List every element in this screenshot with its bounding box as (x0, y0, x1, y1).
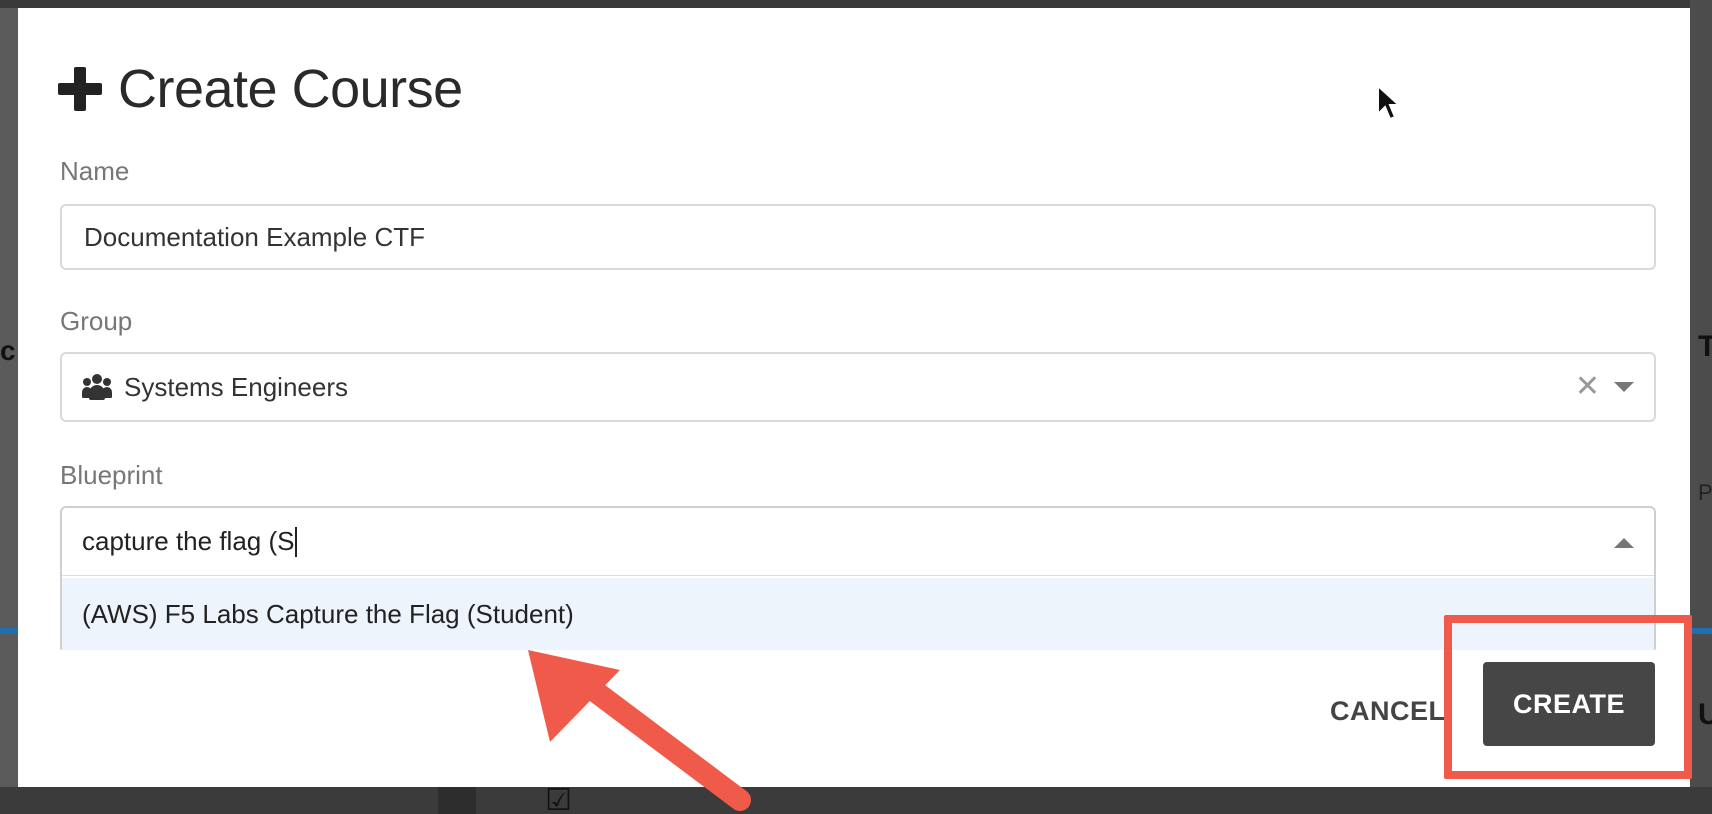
modal-title: Create Course (58, 58, 463, 120)
chevron-up-icon[interactable] (1614, 538, 1634, 548)
blueprint-label: Blueprint (60, 460, 163, 490)
annotation-highlight-box (1444, 615, 1692, 779)
blueprint-search-value: capture the flag (S (82, 526, 295, 556)
background-bottom-cell (438, 787, 476, 814)
users-icon (82, 374, 112, 400)
group-select-value: Systems Engineers (124, 371, 348, 402)
blueprint-option-label: (AWS) F5 Labs Capture the Flag (Student) (82, 598, 574, 629)
group-select[interactable]: Systems Engineers ✕ (60, 352, 1656, 422)
plus-icon (58, 67, 102, 111)
mouse-cursor-icon (1377, 84, 1402, 121)
background-text-fragment-right-3: U (1698, 698, 1712, 731)
background-text-fragment-right: T (1698, 330, 1712, 363)
name-input-value: Documentation Example CTF (84, 221, 426, 252)
modal-title-text: Create Course (118, 59, 463, 119)
background-right-column (1690, 0, 1712, 787)
background-bottom-bar (0, 787, 1712, 814)
name-input[interactable]: Documentation Example CTF (60, 204, 1656, 270)
blueprint-option[interactable]: (AWS) F5 Labs Capture the Flag (Student) (62, 578, 1654, 650)
cancel-button[interactable]: CANCEL (1330, 686, 1446, 736)
annotation-arrow-icon (528, 650, 751, 811)
background-accent-left (0, 628, 18, 634)
create-course-modal: Create Course Name Documentation Example… (18, 8, 1690, 787)
blueprint-search-input[interactable]: capture the flag (S (62, 508, 1654, 576)
background-accent-right (1690, 628, 1712, 634)
group-label: Group (60, 306, 133, 336)
background-top-bar (0, 0, 1712, 8)
blueprint-combobox: capture the flag (S (AWS) F5 Labs Captur… (60, 506, 1656, 650)
name-label: Name (60, 156, 130, 186)
close-icon[interactable]: ✕ (1575, 372, 1600, 402)
chevron-down-icon[interactable] (1614, 382, 1634, 392)
background-text-fragment-left: c (0, 335, 16, 366)
text-cursor (295, 526, 298, 557)
background-text-fragment-right-2: P (1698, 480, 1712, 505)
